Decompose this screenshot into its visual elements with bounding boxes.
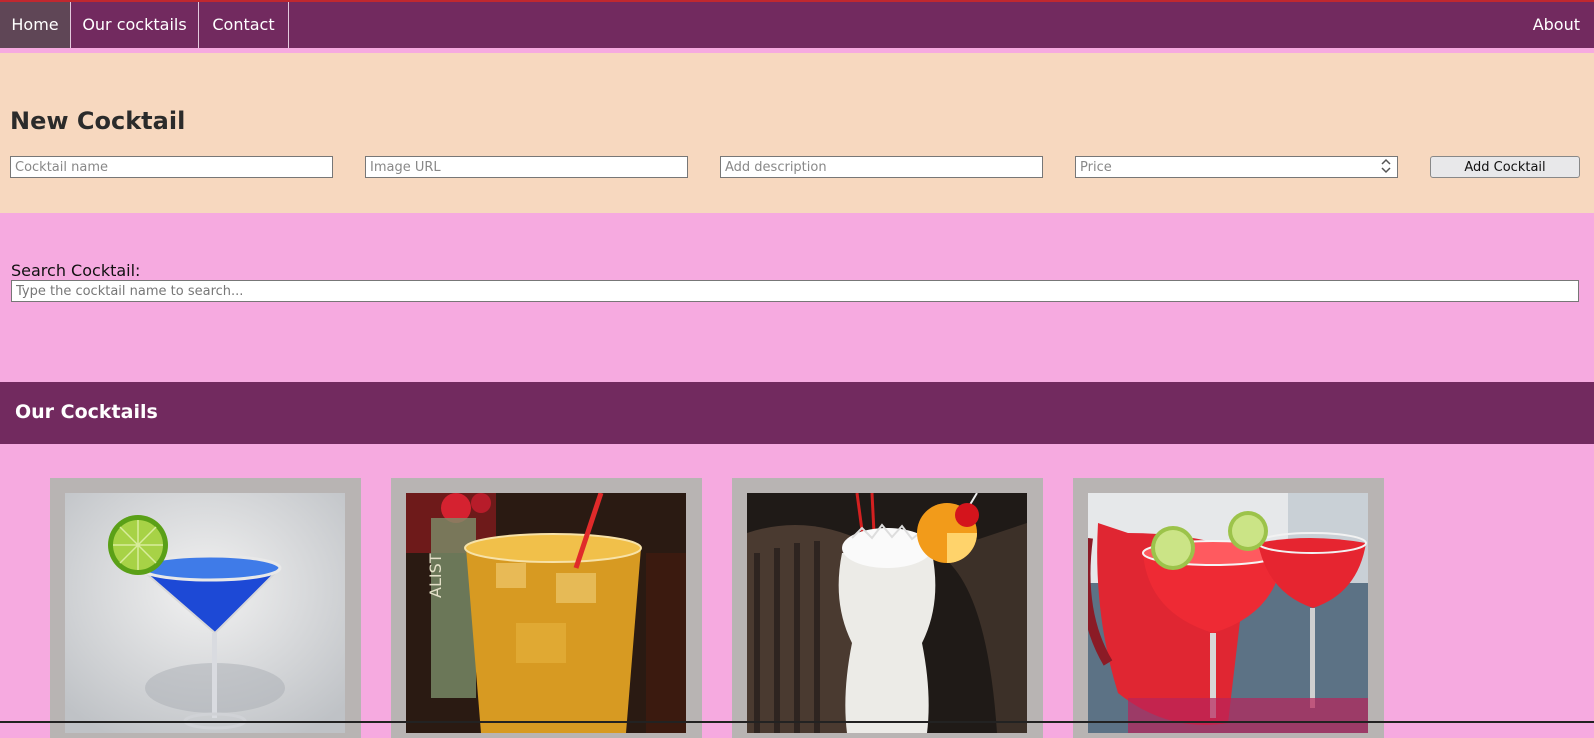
new-cocktail-section: New Cocktail Add Cocktail: [0, 53, 1594, 213]
our-cocktails-header: Our Cocktails: [0, 382, 1594, 444]
cocktail-image-red[interactable]: [1088, 493, 1368, 733]
search-label: Search Cocktail:: [11, 261, 141, 280]
nav-contact[interactable]: Contact: [199, 2, 289, 48]
our-cocktails-title: Our Cocktails: [15, 401, 158, 423]
price-input[interactable]: [1075, 156, 1398, 178]
cocktail-name-input[interactable]: [10, 156, 333, 178]
cocktail-card[interactable]: [732, 478, 1043, 738]
nav-about[interactable]: About: [1533, 2, 1580, 48]
cocktail-card[interactable]: [50, 478, 361, 738]
nav-our-cocktails[interactable]: Our cocktails: [71, 2, 199, 48]
cocktail-card[interactable]: ALIST: [391, 478, 702, 738]
cocktail-image-white[interactable]: [747, 493, 1027, 733]
cocktail-image-amber[interactable]: ALIST: [406, 493, 686, 733]
image-url-input[interactable]: [365, 156, 688, 178]
cocktail-card[interactable]: [1073, 478, 1384, 738]
price-stepper-icon[interactable]: [1376, 157, 1396, 177]
new-cocktail-title: New Cocktail: [10, 107, 186, 135]
nav-home[interactable]: Home: [0, 2, 71, 48]
search-input[interactable]: [11, 280, 1579, 302]
add-cocktail-button[interactable]: Add Cocktail: [1430, 156, 1580, 178]
description-input[interactable]: [720, 156, 1043, 178]
top-navbar: Home Our cocktails Contact About: [0, 0, 1594, 48]
svg-text:ALIST: ALIST: [426, 553, 445, 598]
cocktail-image-blue[interactable]: [65, 493, 345, 733]
